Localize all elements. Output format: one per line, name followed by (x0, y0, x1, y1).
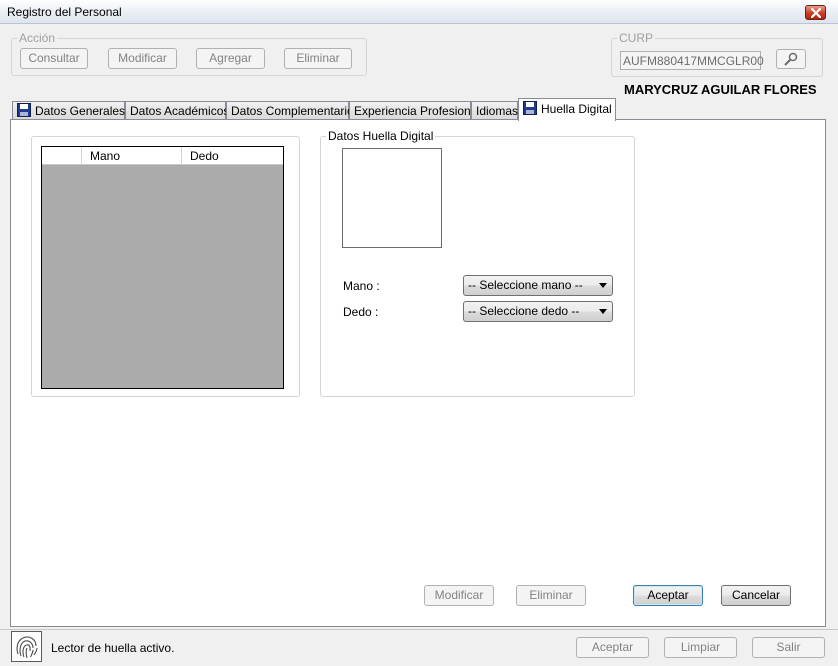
grid-header-dedo[interactable]: Dedo (182, 147, 283, 165)
datos-huella-legend: Datos Huella Digital (326, 129, 436, 143)
chevron-down-icon (599, 309, 607, 314)
tab-label: Datos Complementarios (231, 104, 360, 118)
tab-experiencia-profesional[interactable]: Experiencia Profesional (349, 101, 480, 120)
tab-idiomas[interactable]: Idiomas (471, 101, 518, 120)
search-curp-button[interactable] (776, 49, 806, 69)
consultar-button[interactable]: Consultar (20, 48, 88, 69)
floppy-disk-icon (523, 101, 537, 121)
grid-header: Mano Dedo (42, 147, 283, 165)
close-button[interactable] (805, 5, 826, 20)
limpiar-button[interactable]: Limpiar (664, 637, 737, 658)
curp-input[interactable]: AUFM880417MMCGLR00 (620, 51, 764, 70)
agregar-button[interactable]: Agregar (196, 48, 265, 69)
panel-aceptar-button[interactable]: Aceptar (633, 585, 703, 606)
eliminar-button[interactable]: Eliminar (284, 48, 352, 69)
tab-label: Datos Generales (35, 104, 126, 118)
mano-select-value: -- Seleccione mano -- (468, 278, 583, 292)
modificar-button[interactable]: Modificar (108, 48, 177, 69)
title-bar (0, 0, 838, 24)
dedo-label: Dedo : (343, 305, 379, 319)
curp-legend: CURP (617, 31, 656, 45)
tab-huella-digital[interactable]: Huella Digital (518, 98, 616, 121)
status-separator (0, 629, 838, 630)
key-search-icon (784, 52, 798, 66)
grid-header-select (42, 147, 82, 165)
accion-legend: Acción (17, 31, 58, 45)
mano-select[interactable]: -- Seleccione mano -- (463, 275, 613, 296)
fingerprint-icon (11, 631, 42, 662)
window-title: Registro del Personal (7, 5, 122, 19)
tab-datos-academicos[interactable]: Datos Académicos (125, 101, 230, 120)
tab-label: Idiomas (476, 104, 519, 118)
tab-datos-generales[interactable]: Datos Generales (12, 101, 125, 120)
person-full-name: MARYCRUZ AGUILAR FLORES (624, 82, 817, 97)
salir-button[interactable]: Salir (752, 637, 825, 658)
tab-label: Datos Académicos (130, 104, 230, 118)
aceptar-button[interactable]: Aceptar (576, 637, 649, 658)
dedo-select[interactable]: -- Seleccione dedo -- (463, 301, 613, 322)
close-icon (811, 8, 821, 18)
panel-modificar-button[interactable]: Modificar (424, 585, 494, 606)
huella-grid[interactable]: Mano Dedo (41, 146, 284, 389)
fingerprint-preview (342, 148, 442, 248)
tab-label: Huella Digital (541, 102, 612, 116)
tab-label: Experiencia Profesional (354, 104, 481, 118)
mano-label: Mano : (343, 279, 380, 293)
dedo-select-value: -- Seleccione dedo -- (468, 304, 580, 318)
tab-panel-huella-digital: Mano Dedo Datos Huella Digital Mano : --… (10, 119, 826, 627)
tab-datos-complementarios[interactable]: Datos Complementarios (226, 101, 360, 120)
chevron-down-icon (599, 283, 607, 288)
panel-cancelar-button[interactable]: Cancelar (721, 585, 791, 606)
grid-header-mano[interactable]: Mano (82, 147, 182, 165)
panel-eliminar-button[interactable]: Eliminar (516, 585, 586, 606)
status-text: Lector de huella activo. (51, 641, 175, 655)
